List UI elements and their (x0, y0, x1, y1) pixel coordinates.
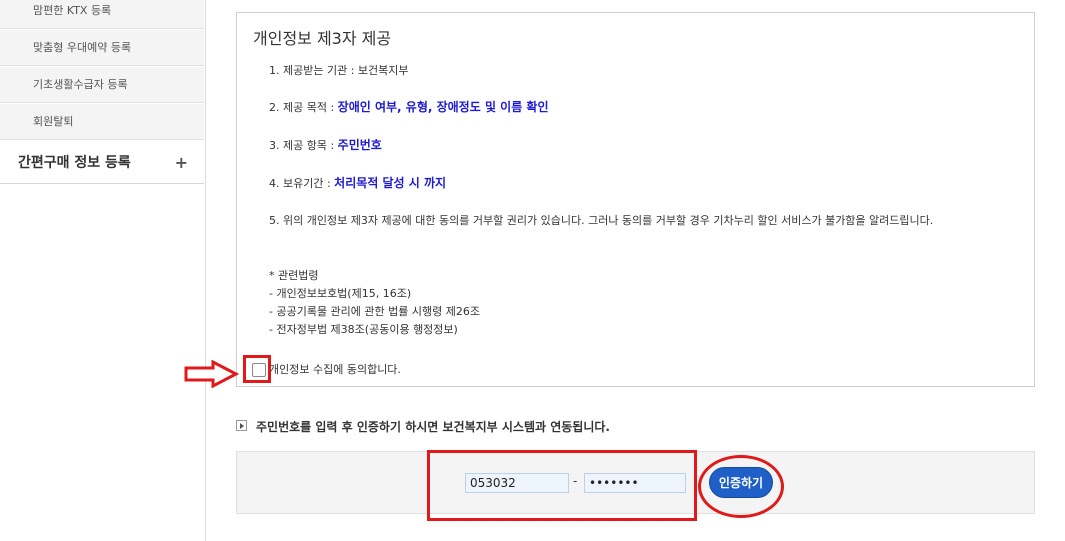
consent-item-label: 3. 제공 항목 : (269, 139, 338, 152)
consent-item-label: 2. 제공 목적 : (269, 101, 338, 114)
sidebar-item-reservation[interactable]: 맞춤형 우대예약 등록 (0, 30, 204, 66)
sidebar-item-label: 간편구매 정보 등록 (18, 155, 131, 171)
annotation-box-ssn (427, 450, 697, 521)
consent-item-value: 처리목적 달성 시 까지 (334, 176, 447, 190)
law-title: * 관련법령 (269, 269, 319, 282)
info-text: 주민번호를 입력 후 인증하기 하시면 보건복지부 시스템과 연동됩니다. (256, 420, 610, 434)
consent-item-label: 4. 보유기간 : (269, 177, 335, 190)
sidebar-item-withdraw[interactable]: 회원탈퇴 (0, 104, 204, 140)
consent-box: 개인정보 제3자 제공 1. 제공받는 기관 : 보건복지부 2. 제공 목적 … (236, 12, 1035, 387)
consent-item-value: 주민번호 (337, 138, 382, 152)
consent-item-3: 3. 제공 항목 : 주민번호 (269, 136, 382, 153)
annotation-ellipse-button (698, 455, 784, 518)
law-item: - 개인정보보호법(제15, 16조) (269, 287, 412, 300)
sidebar-item-label: 맞춤형 우대예약 등록 (33, 41, 132, 54)
consent-item-value: 장애인 여부, 유형, 장애정도 및 이름 확인 (337, 100, 549, 114)
consent-title: 개인정보 제3자 제공 (253, 29, 392, 48)
sidebar-item-basic-livelihood[interactable]: 기초생활수급자 등록 (0, 67, 204, 103)
sidebar-item-label: 기초생활수급자 등록 (33, 78, 128, 91)
law-item: - 전자정부법 제38조(공동이용 행정정보) (269, 323, 458, 336)
consent-item-4: 4. 보유기간 : 처리목적 달성 시 까지 (269, 174, 446, 191)
bullet-arrow-icon (236, 420, 247, 431)
annotation-arrow-icon (184, 360, 239, 388)
consent-item-5: 5. 위의 개인정보 제3자 제공에 대한 동의를 거부할 권리가 있습니다. … (269, 214, 934, 227)
sidebar-item-quick-purchase[interactable]: 간편구매 정보 등록 + (0, 144, 204, 184)
agree-label: 개인정보 수집에 동의합니다. (269, 363, 401, 376)
consent-item-label: 1. 제공받는 기관 : 보건복지부 (269, 64, 409, 77)
sidebar-item-ktx[interactable]: 맘편한 KTX 등록 (0, 0, 204, 29)
law-item: - 공공기록물 관리에 관한 법률 시행령 제26조 (269, 305, 480, 318)
sidebar-item-label: 맘편한 KTX 등록 (33, 4, 112, 17)
consent-item-1: 1. 제공받는 기관 : 보건복지부 (269, 62, 409, 78)
annotation-box-checkbox (243, 355, 271, 383)
consent-item-2: 2. 제공 목적 : 장애인 여부, 유형, 장애정도 및 이름 확인 (269, 98, 549, 115)
plus-icon[interactable]: + (175, 144, 188, 182)
sidebar-item-label: 회원탈퇴 (33, 115, 74, 128)
sidebar: 맘편한 KTX 등록 맞춤형 우대예약 등록 기초생활수급자 등록 회원탈퇴 간… (0, 0, 206, 541)
